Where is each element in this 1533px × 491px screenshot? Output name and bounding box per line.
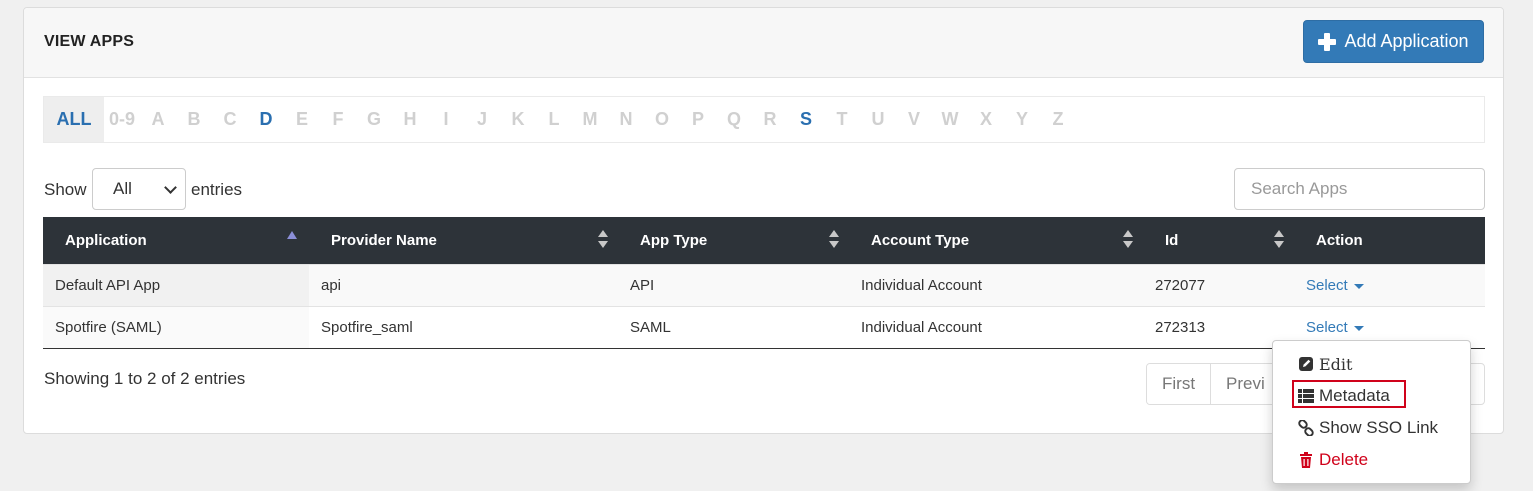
- alphabet-filter-y[interactable]: Y: [1004, 97, 1040, 142]
- alphabet-filter-0-9[interactable]: 0-9: [104, 97, 140, 142]
- trash-icon: [1300, 452, 1312, 468]
- cell-application: Spotfire (SAML): [43, 306, 309, 349]
- sort-icon: [1274, 230, 1284, 249]
- cell-provider: Spotfire_saml: [309, 306, 618, 349]
- link-icon: [1298, 420, 1314, 436]
- alphabet-filter-s[interactable]: S: [788, 97, 824, 142]
- alphabet-filter-i[interactable]: I: [428, 97, 464, 142]
- menu-item-show-sso-link[interactable]: Show SSO Link: [1298, 416, 1438, 440]
- alphabet-filter-m[interactable]: M: [572, 97, 608, 142]
- entries-select-value: All: [113, 179, 132, 198]
- cell-id: 272077: [1143, 264, 1294, 307]
- table-header-row: Application Provider Name App Type Accou…: [43, 217, 1485, 265]
- chevron-down-icon: [164, 181, 177, 194]
- alphabet-filter: ALL 0-9 A B C D E F G H I J K L M N O P Q R S T U V W X Y Z: [43, 96, 1485, 143]
- column-header-account-type[interactable]: Account Type: [849, 217, 1143, 265]
- column-header-action: Action: [1294, 217, 1485, 265]
- column-label: Id: [1165, 232, 1179, 249]
- show-label: Show: [44, 180, 87, 199]
- column-label: Provider Name: [331, 232, 437, 249]
- menu-item-metadata[interactable]: Metadata: [1298, 384, 1390, 408]
- alphabet-filter-r[interactable]: R: [752, 97, 788, 142]
- column-label: Application: [65, 232, 147, 249]
- menu-item-edit[interactable]: Edit: [1298, 352, 1352, 376]
- alphabet-filter-l[interactable]: L: [536, 97, 572, 142]
- sort-ascending-icon: [287, 231, 297, 239]
- alphabet-filter-u[interactable]: U: [860, 97, 896, 142]
- menu-item-label: Delete: [1319, 450, 1369, 469]
- column-header-id[interactable]: Id: [1143, 217, 1294, 265]
- plus-icon: [1318, 32, 1337, 51]
- column-label: App Type: [640, 232, 708, 249]
- alphabet-filter-w[interactable]: W: [932, 97, 968, 142]
- menu-item-label: Edit: [1319, 354, 1353, 374]
- table-info: Showing 1 to 2 of 2 entries: [44, 369, 246, 388]
- table-row: Default API App api API Individual Accou…: [43, 264, 1485, 307]
- menu-item-label: Show SSO Link: [1319, 418, 1439, 437]
- alphabet-filter-j[interactable]: J: [464, 97, 500, 142]
- cell-account-type: Individual Account: [849, 264, 1143, 307]
- alphabet-filter-k[interactable]: K: [500, 97, 536, 142]
- alphabet-filter-t[interactable]: T: [824, 97, 860, 142]
- cell-account-type: Individual Account: [849, 306, 1143, 349]
- panel-header: VIEW APPS Add Application: [24, 8, 1503, 78]
- caret-down-icon: [1353, 283, 1364, 289]
- select-action-button[interactable]: Select: [1306, 319, 1364, 336]
- column-label: Account Type: [871, 232, 970, 249]
- alphabet-filter-b[interactable]: B: [176, 97, 212, 142]
- sort-icon: [598, 230, 608, 249]
- apps-table: Application Provider Name App Type Accou…: [43, 217, 1485, 349]
- column-header-app-type[interactable]: App Type: [618, 217, 849, 265]
- alphabet-filter-h[interactable]: H: [392, 97, 428, 142]
- first-page-button[interactable]: First: [1147, 364, 1212, 404]
- caret-down-icon: [1353, 325, 1364, 331]
- alphabet-filter-g[interactable]: G: [356, 97, 392, 142]
- alphabet-filter-o[interactable]: O: [644, 97, 680, 142]
- table-row: Spotfire (SAML) Spotfire_saml SAML Indiv…: [43, 306, 1485, 349]
- cell-application: Default API App: [43, 264, 309, 307]
- alphabet-filter-f[interactable]: F: [320, 97, 356, 142]
- cell-app-type: API: [618, 264, 849, 307]
- alphabet-filter-p[interactable]: P: [680, 97, 716, 142]
- alphabet-filter-n[interactable]: N: [608, 97, 644, 142]
- entries-label: entries: [191, 180, 243, 199]
- select-action-button[interactable]: Select: [1306, 277, 1364, 294]
- alphabet-filter-c[interactable]: C: [212, 97, 248, 142]
- column-header-application[interactable]: Application: [43, 217, 309, 265]
- previous-page-button[interactable]: Previ: [1211, 364, 1281, 404]
- alphabet-filter-x[interactable]: X: [968, 97, 1004, 142]
- list-icon: [1298, 389, 1314, 403]
- sort-icon: [829, 230, 839, 249]
- alphabet-filter-d[interactable]: D: [248, 97, 284, 142]
- entries-select[interactable]: All: [92, 168, 186, 210]
- page-title: VIEW APPS: [44, 33, 135, 50]
- cell-provider: api: [309, 264, 618, 307]
- alphabet-filter-z[interactable]: Z: [1040, 97, 1076, 142]
- action-dropdown-menu: Edit Metadata Show SSO Link Delete: [1272, 340, 1471, 484]
- cell-app-type: SAML: [618, 306, 849, 349]
- menu-item-label: Metadata: [1319, 386, 1390, 405]
- alphabet-filter-all[interactable]: ALL: [44, 97, 104, 142]
- alphabet-filter-q[interactable]: Q: [716, 97, 752, 142]
- column-header-provider-name[interactable]: Provider Name: [309, 217, 618, 265]
- menu-item-delete[interactable]: Delete: [1298, 448, 1368, 472]
- alphabet-filter-e[interactable]: E: [284, 97, 320, 142]
- alphabet-filter-a[interactable]: A: [140, 97, 176, 142]
- alphabet-filter-v[interactable]: V: [896, 97, 932, 142]
- cell-action: Select: [1294, 264, 1485, 307]
- add-application-button[interactable]: Add Application: [1303, 20, 1484, 63]
- search-apps-input[interactable]: [1234, 168, 1485, 210]
- select-label: Select: [1306, 277, 1348, 294]
- edit-icon: [1299, 357, 1313, 371]
- column-label: Action: [1316, 232, 1363, 249]
- select-label: Select: [1306, 319, 1348, 336]
- sort-icon: [1123, 230, 1133, 249]
- add-application-label: Add Application: [1344, 31, 1469, 51]
